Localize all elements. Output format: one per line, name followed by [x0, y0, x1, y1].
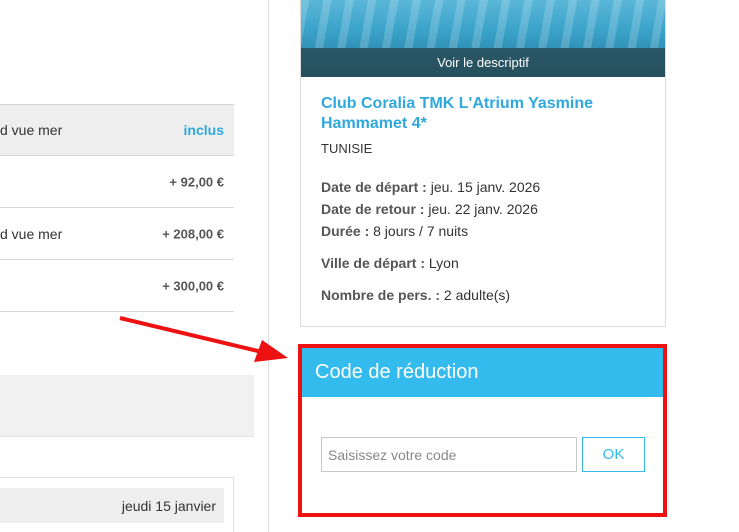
date-chip[interactable]: jeudi 15 janvier	[0, 488, 224, 523]
option-label: d vue mer	[0, 225, 63, 242]
view-description-link[interactable]: Voir le descriptif	[301, 48, 665, 77]
option-row[interactable]: d vue mer + 208,00 €	[0, 208, 234, 260]
departure-date: Date de départ : jeu. 15 janv. 2026	[321, 176, 645, 198]
date-chip-label: jeudi 15 janvier	[121, 497, 216, 514]
duration-label: Durée :	[321, 223, 370, 239]
option-label: d vue mer	[0, 122, 63, 138]
hotel-photo[interactable]: Voir le descriptif	[301, 0, 665, 77]
return-date-value: jeu. 22 janv. 2026	[428, 201, 538, 217]
option-row[interactable]: + 92,00 €	[0, 156, 234, 208]
trip-info: Date de départ : jeu. 15 janv. 2026 Date…	[321, 176, 645, 306]
travellers-value: 2 adulte(s)	[443, 287, 511, 303]
departure-date-value: jeu. 15 janv. 2026	[430, 179, 541, 195]
discount-title: Code de réduction	[302, 348, 663, 397]
discount-code-input[interactable]	[321, 437, 577, 472]
ok-button[interactable]: OK	[582, 437, 645, 472]
section-band	[0, 375, 254, 437]
discount-highlight-frame: Code de réduction OK	[298, 344, 667, 517]
departure-city-value: Lyon	[428, 255, 459, 271]
date-selector: jeudi 15 janvier	[0, 477, 234, 532]
hotel-country: TUNISIE	[321, 141, 373, 156]
left-column: d vue mer inclus + 92,00 € d vue mer + 2…	[0, 0, 269, 532]
duration-value: 8 jours / 7 nuits	[373, 223, 469, 239]
departure-date-label: Date de départ :	[321, 179, 427, 195]
hotel-name: Club Coralia TMK L'Atrium Yasmine Hammam…	[321, 95, 593, 132]
departure-city-label: Ville de départ :	[321, 255, 425, 271]
departure-city: Ville de départ : Lyon	[321, 252, 645, 274]
travellers-label: Nombre de pers. :	[321, 287, 441, 303]
option-price: + 92,00 €	[169, 174, 224, 189]
option-price: + 300,00 €	[162, 278, 224, 293]
duration: Durée : 8 jours / 7 nuits	[321, 220, 645, 242]
pool-image	[301, 0, 665, 48]
options-table: d vue mer inclus + 92,00 € d vue mer + 2…	[0, 104, 234, 312]
hotel-summary-card: Voir le descriptif Club Coralia TMK L'At…	[300, 0, 666, 327]
option-price: inclus	[183, 122, 224, 138]
option-price: + 208,00 €	[162, 226, 224, 241]
travellers: Nombre de pers. : 2 adulte(s)	[321, 284, 645, 306]
return-date: Date de retour : jeu. 22 janv. 2026	[321, 198, 645, 220]
return-date-label: Date de retour :	[321, 201, 425, 217]
option-row[interactable]: d vue mer inclus	[0, 104, 234, 156]
option-row[interactable]: + 300,00 €	[0, 260, 234, 312]
